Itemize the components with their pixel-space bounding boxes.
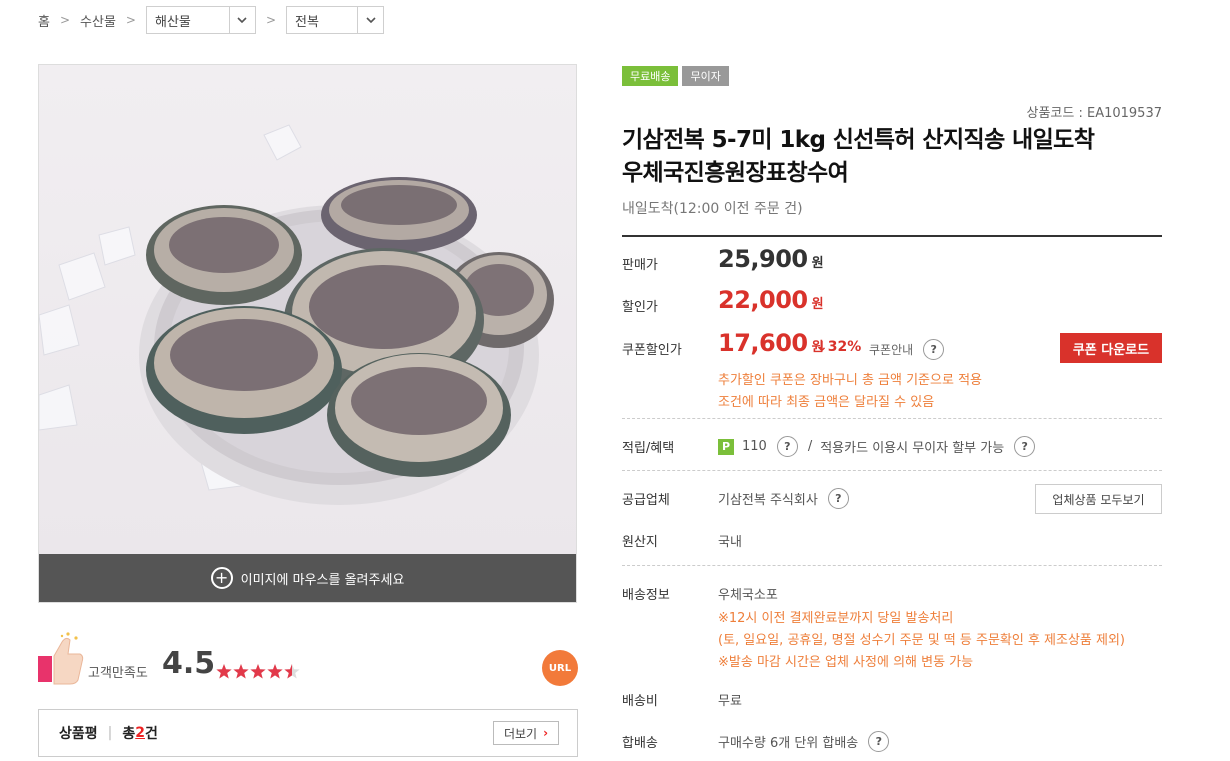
- coupon-price-value: 17,600: [718, 329, 808, 357]
- product-image-viewer[interactable]: + 이미지에 마우스를 올려주세요: [38, 64, 577, 603]
- discount-price: 22,000 원: [718, 286, 824, 314]
- help-icon[interactable]: ?: [868, 731, 890, 752]
- origin-value: 국내: [718, 535, 742, 550]
- star-icon: [250, 664, 266, 679]
- rating-stars: [216, 664, 306, 684]
- shipping-note-line: ※12시 이전 결제완료분까지 당일 발송처리: [718, 611, 954, 626]
- sale-price-label: 판매가: [622, 258, 658, 273]
- coupon-info[interactable]: 쿠폰안내 ?: [869, 339, 945, 360]
- star-icon: [267, 664, 283, 679]
- interest-free-badge: 무이자: [682, 66, 729, 86]
- points-icon: P: [718, 438, 734, 455]
- currency-unit: 원: [811, 297, 824, 312]
- divider: [622, 418, 1162, 419]
- product-subtitle: 내일도착(12:00 이전 주문 건): [622, 201, 803, 217]
- vendor-name: 기삼전복 주식회사: [718, 493, 818, 508]
- image-hover-hint: + 이미지에 마우스를 올려주세요: [39, 554, 576, 602]
- select-value: 해산물: [154, 14, 191, 30]
- more-label: 더보기: [503, 726, 538, 741]
- url-share-button[interactable]: URL: [542, 650, 578, 686]
- shipping-fee-value: 무료: [718, 694, 742, 709]
- breadcrumb-separator-icon: >: [59, 13, 71, 27]
- sale-price-value: 25,900: [718, 245, 808, 273]
- free-shipping-badge: 무료배송: [622, 66, 679, 86]
- thumbs-up-icon: [38, 632, 84, 686]
- product-photo: [39, 65, 576, 555]
- shipping-fee-label: 배송비: [622, 694, 658, 709]
- plus-circle-icon: +: [210, 567, 233, 589]
- breadcrumb: 홈 > 수산물 > 해산물 > 전복: [38, 6, 385, 34]
- breadcrumb-item-select[interactable]: 전복: [286, 6, 385, 34]
- chevron-right-icon: ›: [543, 726, 549, 740]
- coupon-price: 17,600 원: [718, 329, 824, 357]
- vendor-products-button[interactable]: 업체상품 모두보기: [1035, 484, 1162, 514]
- review-total-suffix: 건: [145, 726, 158, 742]
- shipping-notes: ※12시 이전 결제완료분까지 당일 발송처리 (토, 일요일, 공휴일, 명절…: [718, 608, 1125, 674]
- discount-rate: ↓32%: [816, 339, 861, 355]
- customer-satisfaction: 고객만족도 4.5 URL: [38, 630, 578, 690]
- coupon-note: 추가할인 쿠폰은 장바구니 총 금액 기준으로 적용 조건에 따라 최종 금액은…: [718, 370, 982, 414]
- product-code: 상품코드 : EA1019537: [1026, 106, 1163, 121]
- shipping-note-line: (토, 일요일, 공휴일, 명절 성수기 주문 및 떡 등 주문확인 후 제조상…: [718, 633, 1126, 648]
- combined-shipping-label: 합배송: [622, 736, 658, 751]
- product-title-line: 기삼전복 5-7미 1kg 신선특허 산지직송 내일도착: [622, 127, 1095, 153]
- image-hint-text: 이미지에 마우스를 올려주세요: [240, 572, 405, 588]
- vendor-label: 공급업체: [622, 493, 670, 508]
- combined-shipping-info: 구매수량 6개 단위 합배송 ?: [718, 731, 890, 752]
- vendor-info: 기삼전복 주식회사 ?: [718, 488, 849, 509]
- card-benefit-text: 적용카드 이용시 무이자 할부 가능: [820, 441, 1005, 456]
- section-divider: [622, 235, 1162, 237]
- coupon-price-label: 쿠폰할인가: [622, 343, 682, 358]
- breadcrumb-separator-icon: >: [265, 13, 277, 27]
- chevron-down-icon: [357, 7, 383, 33]
- coupon-note-line: 조건에 따라 최종 금액은 달라질 수 있음: [718, 395, 935, 410]
- review-divider: |: [107, 725, 113, 741]
- help-icon[interactable]: ?: [776, 436, 798, 457]
- benefit-info: P 110 ? / 적용카드 이용시 무이자 할부 가능 ?: [718, 436, 1036, 457]
- discount-price-label: 할인가: [622, 300, 658, 315]
- coupon-note-line: 추가할인 쿠폰은 장바구니 총 금액 기준으로 적용: [718, 373, 982, 388]
- breadcrumb-subcategory-select[interactable]: 해산물: [145, 6, 256, 34]
- review-count: 2: [135, 725, 145, 741]
- breadcrumb-separator-icon: >: [125, 13, 136, 27]
- shipping-carrier: 우체국소포: [718, 588, 778, 603]
- review-total-prefix: 총: [122, 726, 136, 742]
- review-label: 상품평: [59, 726, 98, 742]
- origin-label: 원산지: [622, 535, 658, 550]
- select-value: 전복: [295, 14, 319, 30]
- divider: [622, 565, 1162, 566]
- arrow-down-icon: ↓: [816, 339, 828, 355]
- coupon-download-button[interactable]: 쿠폰 다운로드: [1060, 333, 1162, 363]
- product-title-line: 우체국진흥원장표창수여: [622, 160, 849, 186]
- currency-unit: 원: [811, 256, 824, 271]
- review-summary: 상품평 | 총 2 건 더보기 ›: [38, 709, 578, 757]
- help-icon[interactable]: ?: [1014, 436, 1036, 457]
- star-icon: [233, 664, 249, 679]
- breadcrumb-category[interactable]: 수산물: [80, 11, 116, 30]
- discount-price-value: 22,000: [718, 286, 808, 314]
- sale-price: 25,900 원: [718, 245, 824, 273]
- points-value: 110: [742, 439, 767, 454]
- satisfaction-score: 4.5: [162, 646, 216, 681]
- divider: [622, 470, 1162, 471]
- satisfaction-label: 고객만족도: [88, 666, 148, 681]
- chevron-down-icon: [228, 7, 255, 33]
- review-more-button[interactable]: 더보기 ›: [493, 721, 559, 745]
- separator: /: [807, 439, 813, 454]
- breadcrumb-home[interactable]: 홈: [38, 11, 50, 30]
- product-title: 기삼전복 5-7미 1kg 신선특허 산지직송 내일도착 우체국진흥원장표창수여: [622, 124, 1182, 190]
- shipping-label: 배송정보: [622, 588, 670, 603]
- discount-rate-value: 32%: [827, 339, 862, 355]
- help-icon[interactable]: ?: [827, 488, 849, 509]
- shipping-note-line: ※발송 마감 시간은 업체 사정에 의해 변동 가능: [718, 655, 974, 670]
- coupon-info-label: 쿠폰안내: [869, 343, 914, 357]
- benefit-label: 적립/혜택: [622, 441, 675, 456]
- combined-shipping-value: 구매수량 6개 단위 합배송: [718, 736, 859, 751]
- product-badges: 무료배송 무이자: [622, 66, 729, 86]
- help-icon[interactable]: ?: [923, 339, 945, 360]
- star-icon: [216, 664, 232, 679]
